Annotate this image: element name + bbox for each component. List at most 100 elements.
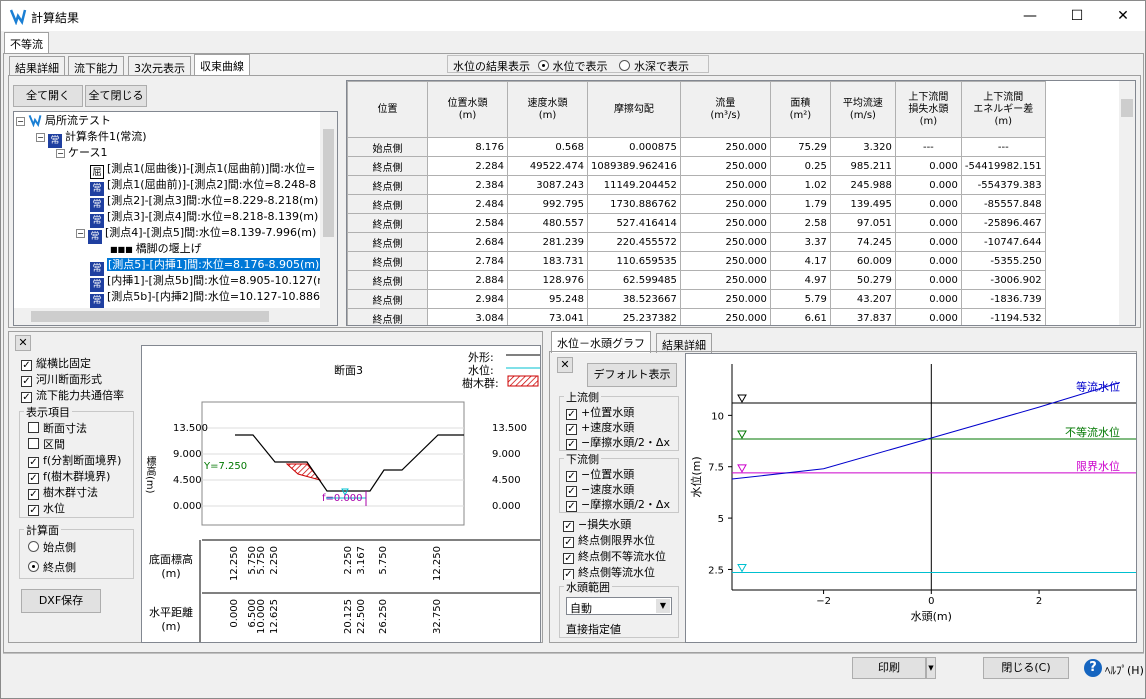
table-row[interactable]: 終点側 3.084 73.041 25.237382 250.000 6.61 37.837… <box>347 308 1046 325</box>
scroll-thumb[interactable] <box>31 311 269 322</box>
tab-graph-detail[interactable]: 結果詳細 <box>656 333 712 353</box>
check-up-friction[interactable]: ✓ −摩擦水頭/2・Δx <box>566 434 670 450</box>
radio-end[interactable]: 終点側 <box>28 559 76 575</box>
check-up-velocity[interactable]: ✓ +速度水頭 <box>566 419 634 435</box>
tree-item[interactable]: 常 [内挿1]-[測点5b]間:水位=8.905-10.127(m <box>90 273 328 292</box>
check-common[interactable]: ✓ 流下能力共通倍率 <box>21 387 124 403</box>
value-label: 0.000 <box>229 599 240 628</box>
close-window-button[interactable]: ✕ <box>1100 1 1146 31</box>
results-grid[interactable]: 位置 位置水頭 (m) 速度水頭 (m) 摩擦勾配 流量 (m³/s) 面積 (m²) 平均… <box>346 80 1136 326</box>
check-critical[interactable]: ✓ 終点側限界水位 <box>563 532 655 548</box>
check-tree-boundary[interactable]: ✓ f(樹木群境界) <box>28 468 110 484</box>
table-row[interactable]: 終点側 2.984 95.248 38.523667 250.000 5.79 43.207… <box>347 289 1046 309</box>
print-button[interactable]: 印刷 <box>852 657 926 679</box>
tree-vscrollbar[interactable] <box>320 112 337 308</box>
column-header[interactable]: 上下流間 損失水頭 (m) <box>894 81 962 138</box>
table-cell: 0.000 <box>894 156 962 176</box>
close-button[interactable]: 閉じる(C) <box>983 657 1069 679</box>
column-header[interactable]: 位置 <box>347 81 428 138</box>
tab-nonuniform[interactable]: 不等流 <box>4 32 49 54</box>
tree-item[interactable]: − 局所流テスト <box>16 113 111 129</box>
collapse-all-button[interactable]: 全て閉じる <box>85 85 147 107</box>
tree-item-selected[interactable]: 常 [測点5]-[内挿1]間:水位=8.176-8.905(m) <box>90 257 321 276</box>
tree-item[interactable]: 屈 [測点1(屈曲後)]-[測点1(屈曲前)]間:水位= <box>90 161 315 179</box>
chevron-down-icon[interactable]: ▼ <box>656 599 670 613</box>
close-icon[interactable]: ✕ <box>15 335 31 351</box>
column-header[interactable]: 位置水頭 (m) <box>427 81 508 138</box>
radio-start[interactable]: 始点側 <box>28 539 76 555</box>
table-row[interactable]: 終点側 2.284 49522.474 1089389.962416 250.000 0.… <box>347 156 1046 176</box>
check-aspect[interactable]: ✓ 縦横比固定 <box>21 355 91 371</box>
maximize-button[interactable]: ☐ <box>1054 1 1100 31</box>
check-split[interactable]: ✓ f(分割断面境界) <box>28 452 121 468</box>
scroll-thumb[interactable] <box>323 129 334 237</box>
radio-water-level[interactable]: 水位で表示 <box>537 60 608 73</box>
column-header[interactable]: 速度水頭 (m) <box>507 81 588 138</box>
collapse-icon[interactable]: − <box>76 229 85 238</box>
tree-item[interactable]: − 常計算条件1(常流) <box>36 129 147 148</box>
collapse-icon[interactable]: − <box>36 133 45 142</box>
tree-item[interactable]: 常 [測点3]-[測点4]間:水位=8.218-8.139(m) <box>90 209 318 228</box>
column-header[interactable]: 面積 (m²) <box>769 81 831 138</box>
help-icon[interactable]: ? <box>1084 659 1102 677</box>
table-cell: 2.384 <box>427 175 508 195</box>
column-header[interactable]: 流量 (m³/s) <box>679 81 771 138</box>
table-cell: -554379.383 <box>960 175 1046 195</box>
tree-item[interactable]: − 常 [測点4]-[測点5]間:水位=8.139-7.996(m) <box>76 225 316 244</box>
table-row[interactable]: 終点側 2.684 281.239 220.455572 250.000 3.37 74.2… <box>347 232 1046 252</box>
print-dropdown-icon[interactable]: ▼ <box>926 657 936 679</box>
dxf-save-button[interactable]: DXF保存 <box>21 589 101 613</box>
tab-result-detail[interactable]: 結果詳細 <box>9 56 65 76</box>
case-tree[interactable]: − 局所流テスト − 常計算条件1(常流) − ケース1 屈 [測点1(屈曲後)]-[測… <box>13 111 338 326</box>
collapse-icon[interactable]: − <box>16 117 25 126</box>
check-dn-velocity[interactable]: ✓ −速度水頭 <box>566 481 634 497</box>
tree-item[interactable]: 常 [測点5b]-[内挿2]間:水位=10.127-10.886(m <box>90 289 335 308</box>
scroll-thumb[interactable] <box>1121 99 1133 117</box>
close-icon[interactable]: ✕ <box>557 357 573 373</box>
table-row[interactable]: 始点側 8.176 0.568 0.000875 250.000 75.29 3.320 --… <box>347 137 1046 157</box>
check-tree-dim[interactable]: ✓ 樹木群寸法 <box>28 484 98 500</box>
column-header[interactable]: 平均流速 (m/s) <box>829 81 896 138</box>
table-row[interactable]: 終点側 2.484 992.795 1730.886762 250.000 1.79 139… <box>347 194 1046 214</box>
table-cell: -5355.250 <box>960 251 1046 271</box>
ytick-right: 4.500 <box>492 475 521 486</box>
check-up-position[interactable]: ✓ +位置水頭 <box>566 404 634 420</box>
tab-convergence[interactable]: 収束曲線 <box>194 54 250 76</box>
column-header[interactable]: 摩擦勾配 <box>587 81 681 138</box>
table-cell: 5.79 <box>769 289 831 309</box>
tab-3d[interactable]: 3次元表示 <box>128 56 191 76</box>
check-uniform[interactable]: ✓ 終点側等流水位 <box>563 564 655 580</box>
tab-wl-head-graph[interactable]: 水位－水頭グラフ <box>551 331 651 353</box>
column-header[interactable]: 上下流間 エネルギー差 (m) <box>960 81 1046 138</box>
check-dn-friction[interactable]: ✓ −摩擦水頭/2・Δx <box>566 496 670 512</box>
radio-dot <box>28 541 39 552</box>
tree-item[interactable]: 常 [測点1(屈曲前)]-[測点2]間:水位=8.248-8 <box>90 177 316 196</box>
radio-water-depth[interactable]: 水深で表示 <box>619 60 689 73</box>
table-row[interactable]: 終点側 2.384 3087.243 11149.204452 250.000 1.02 2… <box>347 175 1046 195</box>
x-tick-label: 2 <box>1036 596 1042 607</box>
tree-item[interactable]: − ケース1 <box>56 145 107 161</box>
range-select[interactable]: 自動 ▼ <box>566 597 672 615</box>
table-row[interactable]: 終点側 2.784 183.731 110.659535 250.000 4.17 60.0… <box>347 251 1046 271</box>
check-dimension[interactable]: 断面寸法 <box>28 420 87 436</box>
check-loss[interactable]: ✓ −損失水頭 <box>563 516 631 532</box>
minimize-button[interactable]: — <box>1007 1 1053 31</box>
expand-all-button[interactable]: 全て開く <box>13 85 83 107</box>
y-tick-label: 5 <box>718 514 724 525</box>
grid-vscrollbar[interactable] <box>1119 81 1135 325</box>
table-row[interactable]: 終点側 2.884 128.976 62.599485 250.000 4.97 50.27… <box>347 270 1046 290</box>
table-row[interactable]: 終点側 2.584 480.557 527.416414 250.000 2.58 97.0… <box>347 213 1046 233</box>
collapse-icon[interactable]: − <box>56 149 65 158</box>
default-view-button[interactable]: デフォルト表示 <box>587 363 677 387</box>
tree-item[interactable]: 常 [測点2]-[測点3]間:水位=8.229-8.218(m) <box>90 193 318 212</box>
tab-flow-capacity[interactable]: 流下能力 <box>68 56 124 76</box>
check-water-level[interactable]: ✓ 水位 <box>28 500 65 516</box>
check-nonuniform[interactable]: ✓ 終点側不等流水位 <box>563 548 666 564</box>
check-dn-position[interactable]: ✓ −位置水頭 <box>566 466 634 482</box>
tree-item[interactable]: ■■■ 橋脚の堰上げ <box>110 241 202 257</box>
tree-hscrollbar[interactable] <box>14 308 337 325</box>
help-label[interactable]: ﾍﾙﾌﾟ(H) <box>1105 662 1144 678</box>
check-section[interactable]: 区間 <box>28 436 65 452</box>
check-river[interactable]: ✓ 河川断面形式 <box>21 371 102 387</box>
radio-dot <box>537 60 549 71</box>
